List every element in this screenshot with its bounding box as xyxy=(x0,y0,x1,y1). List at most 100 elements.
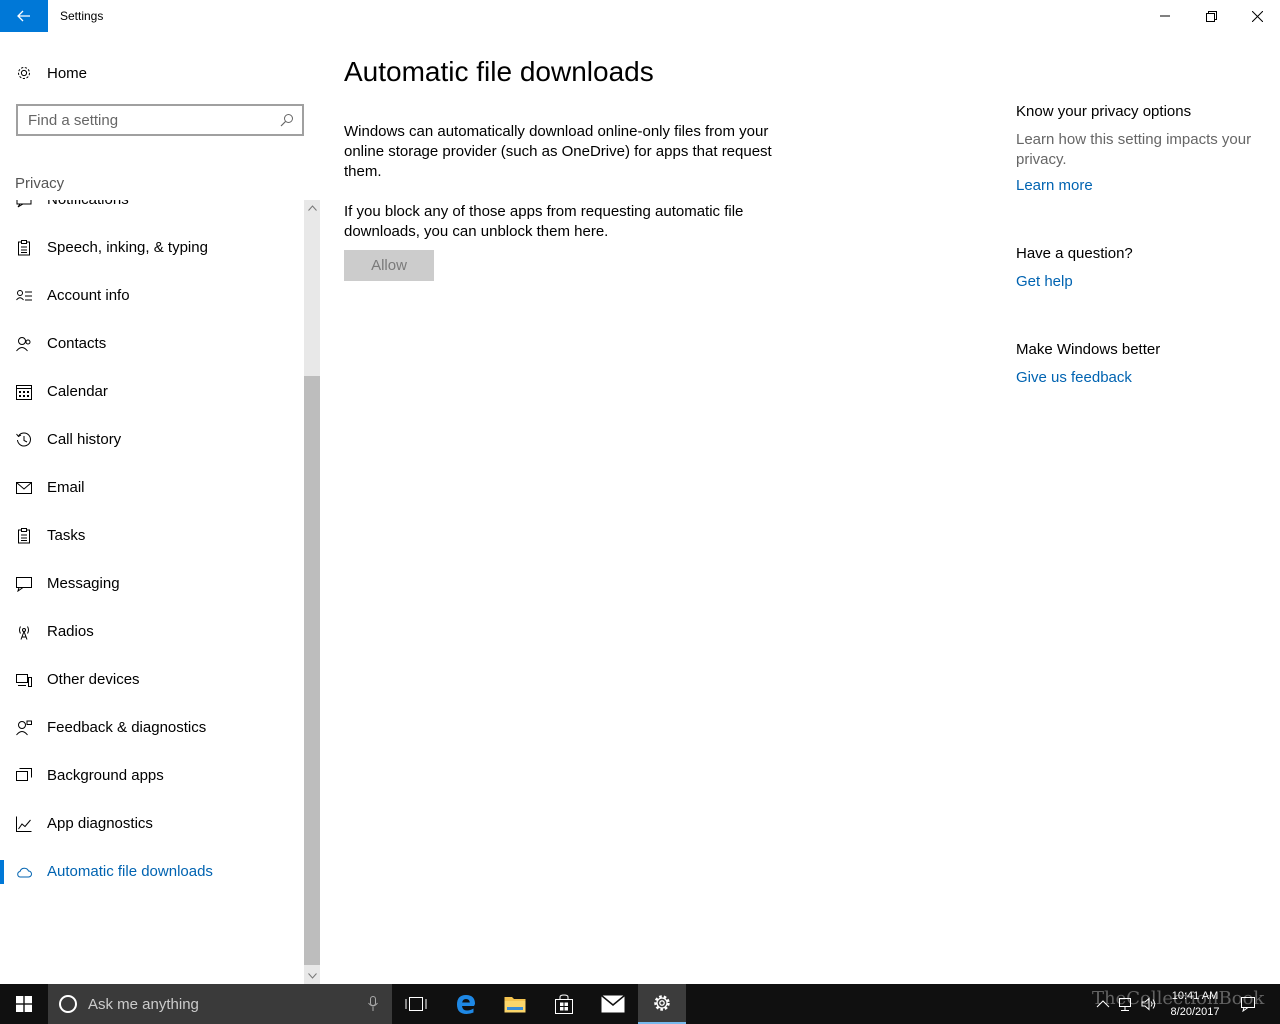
title-bar: Settings xyxy=(0,0,1280,32)
edge-icon xyxy=(457,995,475,1014)
feedback-icon xyxy=(16,720,32,736)
file-explorer-button[interactable] xyxy=(491,984,539,1024)
sidebar-item-feedback[interactable]: Feedback & diagnostics xyxy=(0,704,304,752)
close-icon xyxy=(1251,10,1263,22)
start-button[interactable] xyxy=(0,984,48,1024)
restore-button[interactable] xyxy=(1188,0,1234,32)
description-paragraph: Windows can automatically download onlin… xyxy=(344,123,772,180)
sidebar-item-app-diagnostics[interactable]: App diagnostics xyxy=(0,800,304,848)
scrollbar-thumb[interactable] xyxy=(304,376,320,965)
sidebar-item-label: Calendar xyxy=(47,383,108,400)
task-view-button[interactable] xyxy=(392,984,440,1024)
contacts-icon xyxy=(16,337,31,352)
sidebar-item-label: Radios xyxy=(47,623,94,640)
sidebar-item-tasks[interactable]: Tasks xyxy=(0,512,304,560)
sidebar-item-notifications[interactable]: Notifications xyxy=(0,200,304,224)
action-center-icon[interactable] xyxy=(1240,996,1256,1012)
sidebar-item-label: Messaging xyxy=(47,575,120,592)
learn-more-link[interactable]: Learn more xyxy=(1016,177,1093,194)
sidebar-item-label: App diagnostics xyxy=(47,815,153,832)
settings-app-button[interactable] xyxy=(638,984,686,1024)
sidebar-item-radios[interactable]: Radios xyxy=(0,608,304,656)
cloud-icon xyxy=(17,867,32,878)
mail-icon xyxy=(16,482,32,494)
search-box xyxy=(16,104,304,136)
clock-time: 10:41 AM xyxy=(1171,990,1219,1002)
chevron-up-tray-icon[interactable] xyxy=(1095,996,1111,1012)
scroll-down-button[interactable] xyxy=(304,968,320,984)
folder-icon xyxy=(504,997,526,1013)
unblock-paragraph: If you block any of those apps from requ… xyxy=(344,203,744,240)
privacy-heading: Know your privacy options xyxy=(1016,103,1192,120)
calendar-icon xyxy=(16,385,32,400)
sidebar-item-other-devices[interactable]: Other devices xyxy=(0,656,304,704)
mail-app-icon xyxy=(601,995,625,1013)
sidebar-item-label: Email xyxy=(47,479,85,496)
sidebar-item-account-info[interactable]: Account info xyxy=(0,272,304,320)
windows-logo-icon xyxy=(16,996,32,1012)
search-icon[interactable] xyxy=(280,113,294,127)
volume-icon[interactable] xyxy=(1141,996,1157,1012)
sidebar-item-email[interactable]: Email xyxy=(0,464,304,512)
notifications-icon xyxy=(16,200,32,208)
chart-icon xyxy=(16,816,32,832)
sidebar-item-label: Tasks xyxy=(47,527,86,544)
chat-icon xyxy=(16,577,32,592)
gear-icon xyxy=(18,67,30,79)
clipboard-icon xyxy=(18,240,30,256)
task-view-icon xyxy=(405,997,427,1011)
privacy-text: Learn how this setting impacts your priv… xyxy=(1016,131,1252,168)
minimize-button[interactable] xyxy=(1142,0,1188,32)
section-label: Privacy xyxy=(15,175,65,192)
tasks-icon xyxy=(18,528,30,544)
sidebar-item-label: Notifications xyxy=(47,200,129,208)
store-icon xyxy=(555,994,573,1014)
nav-list-viewport: Notifications Speech, inking, & typing A… xyxy=(0,200,304,984)
sidebar-item-label: Feedback & diagnostics xyxy=(47,719,207,736)
minimize-icon xyxy=(1160,15,1170,17)
sidebar-item-calendar[interactable]: Calendar xyxy=(0,368,304,416)
active-indicator xyxy=(0,860,4,884)
clock[interactable]: 10:41 AM 8/20/2017 xyxy=(1160,988,1230,1020)
history-icon xyxy=(16,432,31,447)
radio-tower-icon xyxy=(19,626,29,640)
store-button[interactable] xyxy=(540,984,588,1024)
close-button[interactable] xyxy=(1234,0,1280,32)
question-heading: Have a question? xyxy=(1016,245,1133,262)
account-info-icon xyxy=(16,290,32,301)
chevron-down-icon xyxy=(307,973,317,979)
windows-better-heading: Make Windows better xyxy=(1016,341,1161,358)
feedback-link[interactable]: Give us feedback xyxy=(1016,369,1132,386)
back-button[interactable] xyxy=(0,0,48,32)
sidebar-item-automatic-file-downloads[interactable]: Automatic file downloads xyxy=(0,848,304,896)
sidebar-item-background-apps[interactable]: Background apps xyxy=(0,752,304,800)
sidebar-item-label: Automatic file downloads xyxy=(47,863,213,880)
mail-app-button[interactable] xyxy=(589,984,637,1024)
chevron-up-icon xyxy=(307,205,317,211)
sidebar-item-speech[interactable]: Speech, inking, & typing xyxy=(0,224,304,272)
sidebar-scrollbar[interactable] xyxy=(304,200,320,984)
nav-list: Notifications Speech, inking, & typing A… xyxy=(0,200,304,896)
network-icon[interactable] xyxy=(1118,996,1134,1012)
microphone-icon[interactable] xyxy=(368,996,378,1012)
sidebar-item-messaging[interactable]: Messaging xyxy=(0,560,304,608)
edge-button[interactable] xyxy=(442,984,490,1024)
search-input[interactable] xyxy=(28,111,268,129)
sidebar-item-label: Other devices xyxy=(47,671,140,688)
background-apps-icon xyxy=(16,768,32,781)
sidebar-item-call-history[interactable]: Call history xyxy=(0,416,304,464)
scroll-up-button[interactable] xyxy=(304,200,320,216)
cortana-icon xyxy=(59,995,77,1013)
home-nav-item[interactable]: Home xyxy=(0,58,304,88)
window-title: Settings xyxy=(60,9,104,23)
cortana-search-box[interactable]: Ask me anything xyxy=(48,984,392,1024)
settings-gear-icon xyxy=(654,995,670,1011)
sidebar-item-label: Call history xyxy=(47,431,122,448)
sidebar-item-label: Speech, inking, & typing xyxy=(47,239,208,256)
sidebar-item-contacts[interactable]: Contacts xyxy=(0,320,304,368)
taskbar: Ask me anything TheCollectionBook 10:41 … xyxy=(0,984,1280,1024)
get-help-link[interactable]: Get help xyxy=(1016,273,1073,290)
restore-icon xyxy=(1205,10,1217,22)
clock-date: 8/20/2017 xyxy=(1170,1006,1220,1018)
allow-button[interactable]: Allow xyxy=(344,250,434,281)
